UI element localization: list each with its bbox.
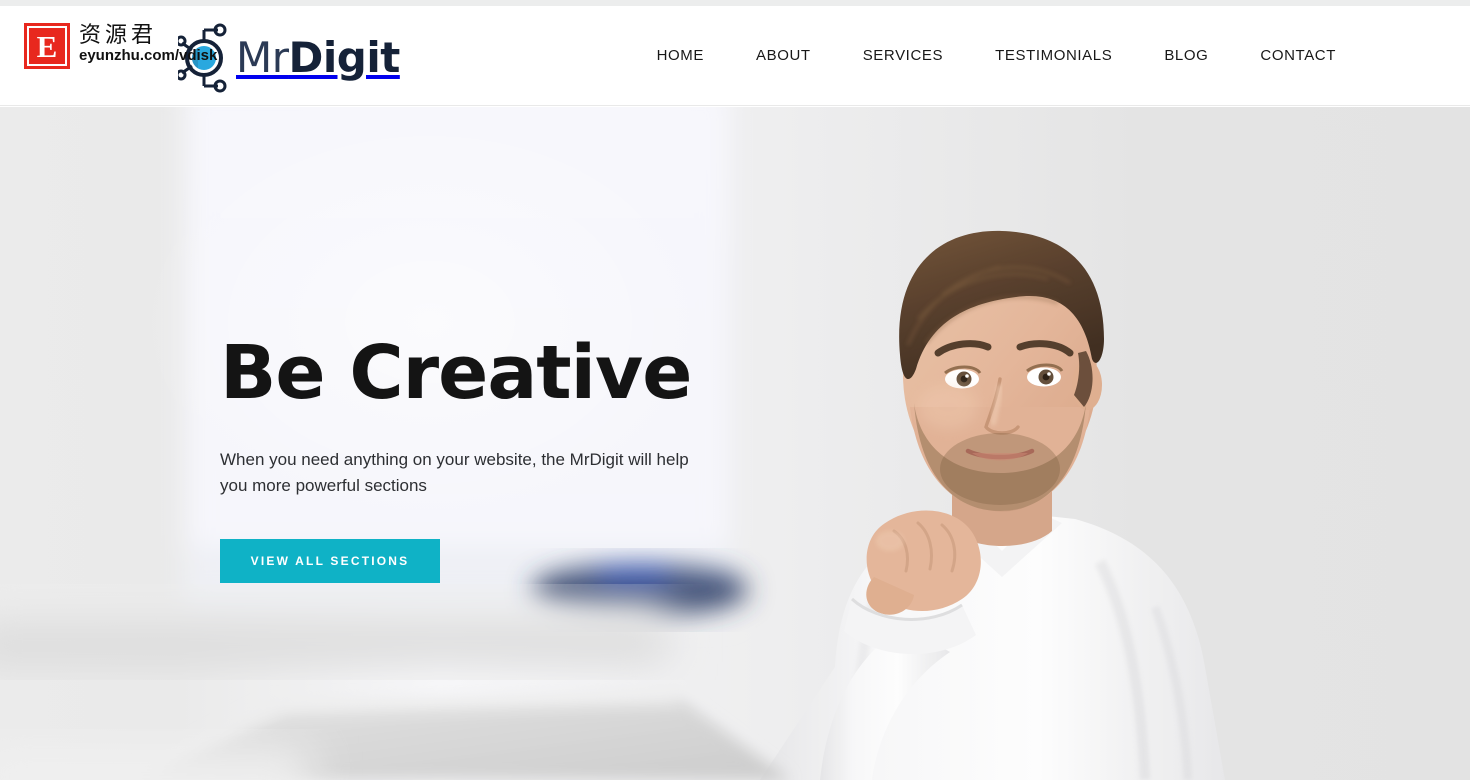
watermark-text: 资源君 eyunzhu.com/vdisk	[79, 23, 217, 65]
nav-item-about[interactable]: ABOUT	[730, 6, 837, 106]
brand-word-light: Mr	[236, 33, 289, 82]
nav-item-contact[interactable]: CONTACT	[1234, 6, 1362, 106]
primary-navigation: HOME ABOUT SERVICES TESTIMONIALS BLOG CO…	[631, 6, 1362, 106]
hero-title: Be Creative	[220, 330, 692, 416]
watermark-badge: E	[24, 23, 70, 69]
watermark-badge-letter: E	[27, 26, 67, 66]
brand-wordmark: MrDigit	[236, 37, 400, 79]
hero-section: Be Creative When you need anything on yo…	[0, 107, 1470, 780]
site-header: E 资源君 eyunzhu.com/vdisk MrDigit HOME ABO…	[0, 6, 1470, 106]
watermark-logo: E 资源君 eyunzhu.com/vdisk	[24, 23, 217, 69]
nav-item-blog[interactable]: BLOG	[1138, 6, 1234, 106]
nav-item-testimonials[interactable]: TESTIMONIALS	[969, 6, 1138, 106]
brand-word-bold: Digit	[288, 33, 401, 82]
hero-content: Be Creative When you need anything on yo…	[220, 330, 860, 584]
view-all-sections-button[interactable]: View all sections	[220, 539, 440, 584]
watermark-chinese-label: 资源君	[79, 23, 158, 48]
hero-subtitle: When you need anything on your website, …	[220, 449, 689, 496]
watermark-url-label: eyunzhu.com/vdisk	[79, 47, 218, 65]
nav-item-services[interactable]: SERVICES	[837, 6, 969, 106]
nav-item-home[interactable]: HOME	[631, 6, 730, 106]
